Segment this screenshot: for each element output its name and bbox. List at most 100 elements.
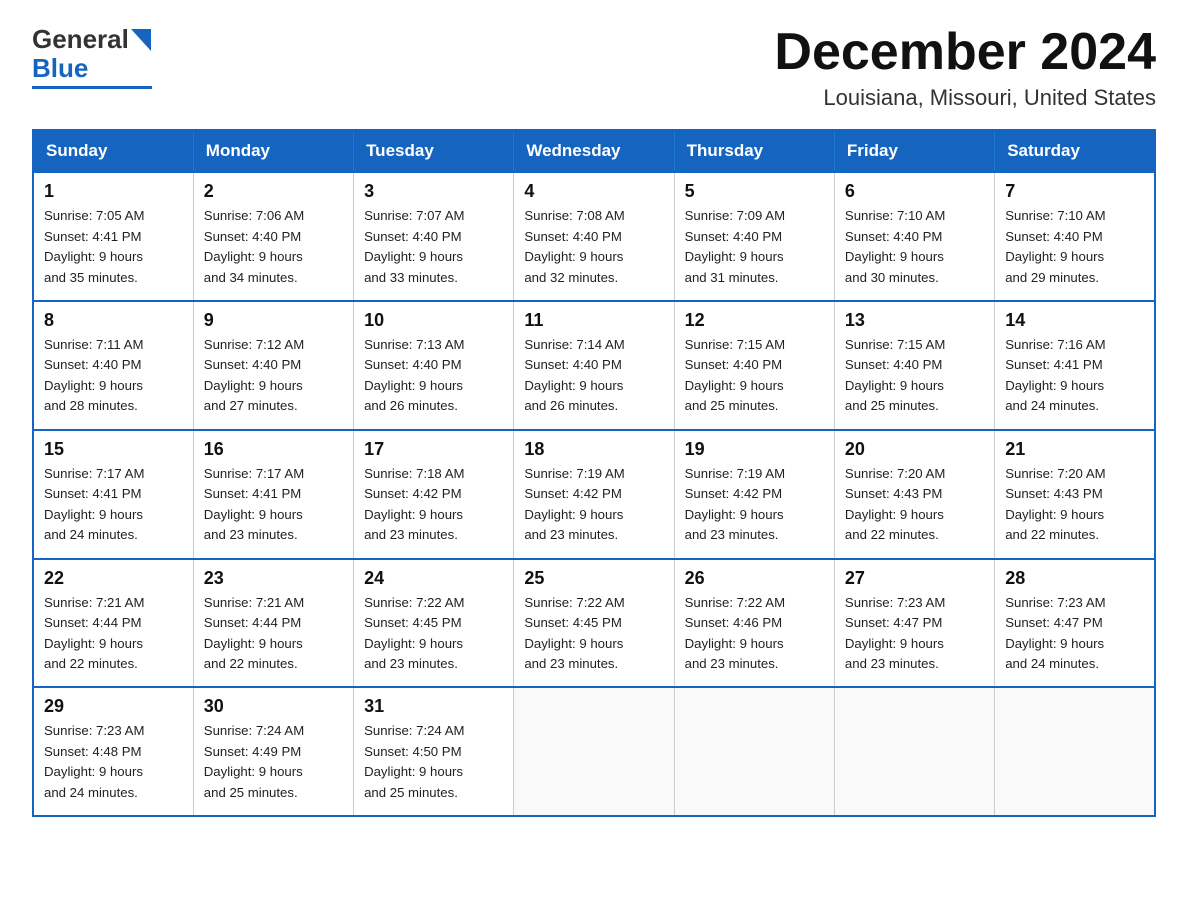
calendar-cell: 21Sunrise: 7:20 AMSunset: 4:43 PMDayligh…	[995, 430, 1155, 559]
day-number: 19	[685, 439, 824, 460]
weekday-header-monday: Monday	[193, 130, 353, 172]
calendar-cell: 9 Sunrise: 7:12 AMSunset: 4:40 PMDaylight…	[193, 301, 353, 430]
calendar-cell: 15 Sunrise: 7:17 AMSunset: 4:41 PMDayligh…	[33, 430, 193, 559]
day-info: Sunrise: 7:11 AMSunset: 4:40 PMDaylight:…	[44, 335, 183, 417]
weekday-header-sunday: Sunday	[33, 130, 193, 172]
weekday-header-friday: Friday	[834, 130, 994, 172]
weekday-header-wednesday: Wednesday	[514, 130, 674, 172]
calendar-cell: 12 Sunrise: 7:15 AMSunset: 4:40 PMDayligh…	[674, 301, 834, 430]
day-number: 18	[524, 439, 663, 460]
day-number: 9	[204, 310, 343, 331]
day-info: Sunrise: 7:22 AMSunset: 4:46 PMDaylight:…	[685, 593, 824, 675]
calendar-week-row: 22Sunrise: 7:21 AMSunset: 4:44 PMDayligh…	[33, 559, 1155, 688]
day-number: 30	[204, 696, 343, 717]
day-number: 5	[685, 181, 824, 202]
month-title: December 2024	[774, 24, 1156, 81]
day-info: Sunrise: 7:24 AMSunset: 4:50 PMDaylight:…	[364, 721, 503, 803]
weekday-header-thursday: Thursday	[674, 130, 834, 172]
calendar-cell: 7Sunrise: 7:10 AMSunset: 4:40 PMDaylight…	[995, 172, 1155, 301]
day-info: Sunrise: 7:22 AMSunset: 4:45 PMDaylight:…	[524, 593, 663, 675]
day-info: Sunrise: 7:16 AMSunset: 4:41 PMDaylight:…	[1005, 335, 1144, 417]
day-info: Sunrise: 7:21 AMSunset: 4:44 PMDaylight:…	[204, 593, 343, 675]
day-info: Sunrise: 7:21 AMSunset: 4:44 PMDaylight:…	[44, 593, 183, 675]
day-info: Sunrise: 7:15 AMSunset: 4:40 PMDaylight:…	[685, 335, 824, 417]
day-info: Sunrise: 7:08 AMSunset: 4:40 PMDaylight:…	[524, 206, 663, 288]
calendar-cell: 27 Sunrise: 7:23 AMSunset: 4:47 PMDayligh…	[834, 559, 994, 688]
day-number: 21	[1005, 439, 1144, 460]
calendar-cell	[674, 687, 834, 816]
day-info: Sunrise: 7:22 AMSunset: 4:45 PMDaylight:…	[364, 593, 503, 675]
calendar-week-row: 1Sunrise: 7:05 AMSunset: 4:41 PMDaylight…	[33, 172, 1155, 301]
calendar-cell: 20 Sunrise: 7:20 AMSunset: 4:43 PMDayligh…	[834, 430, 994, 559]
calendar-cell	[995, 687, 1155, 816]
day-info: Sunrise: 7:07 AMSunset: 4:40 PMDaylight:…	[364, 206, 503, 288]
calendar-cell: 4Sunrise: 7:08 AMSunset: 4:40 PMDaylight…	[514, 172, 674, 301]
calendar-cell: 2 Sunrise: 7:06 AMSunset: 4:40 PMDaylight…	[193, 172, 353, 301]
calendar-cell: 24 Sunrise: 7:22 AMSunset: 4:45 PMDayligh…	[354, 559, 514, 688]
day-info: Sunrise: 7:06 AMSunset: 4:40 PMDaylight:…	[204, 206, 343, 288]
day-info: Sunrise: 7:17 AMSunset: 4:41 PMDaylight:…	[204, 464, 343, 546]
day-number: 10	[364, 310, 503, 331]
day-number: 20	[845, 439, 984, 460]
day-number: 3	[364, 181, 503, 202]
day-info: Sunrise: 7:05 AMSunset: 4:41 PMDaylight:…	[44, 206, 183, 288]
day-info: Sunrise: 7:24 AMSunset: 4:49 PMDaylight:…	[204, 721, 343, 803]
logo-divider	[32, 86, 152, 89]
day-number: 15	[44, 439, 183, 460]
weekday-header-tuesday: Tuesday	[354, 130, 514, 172]
calendar-cell: 17 Sunrise: 7:18 AMSunset: 4:42 PMDayligh…	[354, 430, 514, 559]
weekday-header-row: SundayMondayTuesdayWednesdayThursdayFrid…	[33, 130, 1155, 172]
day-number: 31	[364, 696, 503, 717]
day-number: 13	[845, 310, 984, 331]
calendar-week-row: 15 Sunrise: 7:17 AMSunset: 4:41 PMDayligh…	[33, 430, 1155, 559]
day-info: Sunrise: 7:17 AMSunset: 4:41 PMDaylight:…	[44, 464, 183, 546]
day-info: Sunrise: 7:12 AMSunset: 4:40 PMDaylight:…	[204, 335, 343, 417]
calendar-week-row: 8Sunrise: 7:11 AMSunset: 4:40 PMDaylight…	[33, 301, 1155, 430]
day-number: 28	[1005, 568, 1144, 589]
calendar-cell: 5 Sunrise: 7:09 AMSunset: 4:40 PMDaylight…	[674, 172, 834, 301]
calendar-cell: 18Sunrise: 7:19 AMSunset: 4:42 PMDayligh…	[514, 430, 674, 559]
day-info: Sunrise: 7:14 AMSunset: 4:40 PMDaylight:…	[524, 335, 663, 417]
day-info: Sunrise: 7:18 AMSunset: 4:42 PMDaylight:…	[364, 464, 503, 546]
calendar-cell	[834, 687, 994, 816]
location-title: Louisiana, Missouri, United States	[774, 85, 1156, 111]
day-info: Sunrise: 7:10 AMSunset: 4:40 PMDaylight:…	[845, 206, 984, 288]
day-number: 14	[1005, 310, 1144, 331]
day-number: 17	[364, 439, 503, 460]
day-info: Sunrise: 7:23 AMSunset: 4:47 PMDaylight:…	[1005, 593, 1144, 675]
logo-general-text: General	[32, 24, 129, 55]
day-number: 2	[204, 181, 343, 202]
calendar-cell: 23 Sunrise: 7:21 AMSunset: 4:44 PMDayligh…	[193, 559, 353, 688]
calendar-cell: 31 Sunrise: 7:24 AMSunset: 4:50 PMDayligh…	[354, 687, 514, 816]
calendar-week-row: 29 Sunrise: 7:23 AMSunset: 4:48 PMDayligh…	[33, 687, 1155, 816]
day-info: Sunrise: 7:13 AMSunset: 4:40 PMDaylight:…	[364, 335, 503, 417]
day-info: Sunrise: 7:23 AMSunset: 4:47 PMDaylight:…	[845, 593, 984, 675]
calendar-cell: 28 Sunrise: 7:23 AMSunset: 4:47 PMDayligh…	[995, 559, 1155, 688]
calendar-cell: 10 Sunrise: 7:13 AMSunset: 4:40 PMDayligh…	[354, 301, 514, 430]
logo-triangle-icon	[131, 29, 151, 51]
day-number: 25	[524, 568, 663, 589]
day-info: Sunrise: 7:23 AMSunset: 4:48 PMDaylight:…	[44, 721, 183, 803]
calendar-cell: 8Sunrise: 7:11 AMSunset: 4:40 PMDaylight…	[33, 301, 193, 430]
day-info: Sunrise: 7:09 AMSunset: 4:40 PMDaylight:…	[685, 206, 824, 288]
day-info: Sunrise: 7:19 AMSunset: 4:42 PMDaylight:…	[685, 464, 824, 546]
day-number: 26	[685, 568, 824, 589]
day-number: 16	[204, 439, 343, 460]
day-number: 23	[204, 568, 343, 589]
calendar-cell: 29 Sunrise: 7:23 AMSunset: 4:48 PMDayligh…	[33, 687, 193, 816]
day-number: 6	[845, 181, 984, 202]
calendar-cell	[514, 687, 674, 816]
title-area: December 2024 Louisiana, Missouri, Unite…	[774, 24, 1156, 111]
calendar-table: SundayMondayTuesdayWednesdayThursdayFrid…	[32, 129, 1156, 817]
calendar-cell: 14 Sunrise: 7:16 AMSunset: 4:41 PMDayligh…	[995, 301, 1155, 430]
calendar-cell: 11Sunrise: 7:14 AMSunset: 4:40 PMDayligh…	[514, 301, 674, 430]
day-number: 29	[44, 696, 183, 717]
day-info: Sunrise: 7:20 AMSunset: 4:43 PMDaylight:…	[845, 464, 984, 546]
day-info: Sunrise: 7:10 AMSunset: 4:40 PMDaylight:…	[1005, 206, 1144, 288]
day-number: 27	[845, 568, 984, 589]
day-info: Sunrise: 7:15 AMSunset: 4:40 PMDaylight:…	[845, 335, 984, 417]
calendar-cell: 6 Sunrise: 7:10 AMSunset: 4:40 PMDaylight…	[834, 172, 994, 301]
calendar-cell: 30 Sunrise: 7:24 AMSunset: 4:49 PMDayligh…	[193, 687, 353, 816]
day-number: 24	[364, 568, 503, 589]
day-number: 12	[685, 310, 824, 331]
